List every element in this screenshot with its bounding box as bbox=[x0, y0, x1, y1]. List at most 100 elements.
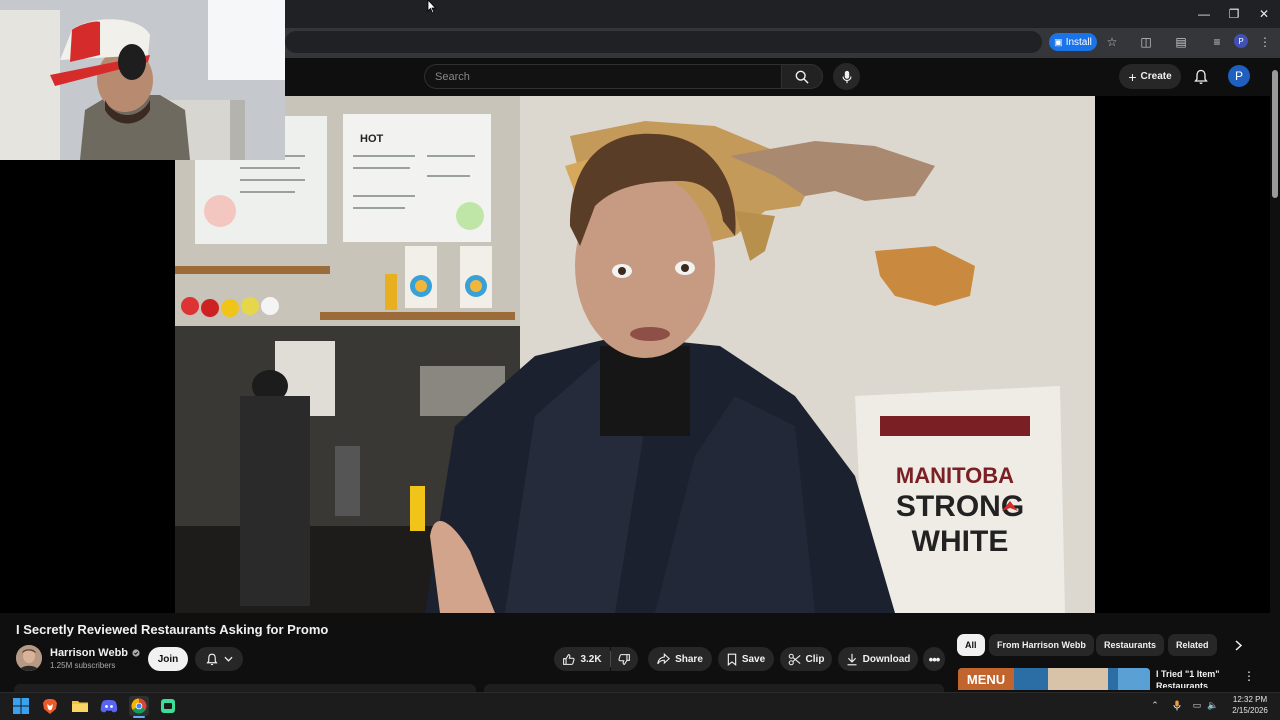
video-scene-illustration: MANITOBA STRONG WHITE HOT bbox=[175, 96, 1095, 613]
media-controls-icon[interactable]: ≡ bbox=[1208, 33, 1226, 51]
webcam-overlay bbox=[0, 0, 285, 160]
browser-profile-icon[interactable]: P bbox=[1234, 34, 1248, 48]
video-frame[interactable]: MANITOBA STRONG WHITE HOT bbox=[175, 96, 1095, 613]
webcam-scene-illustration bbox=[0, 0, 285, 160]
split-view-icon[interactable]: ▤ bbox=[1172, 33, 1190, 51]
like-button[interactable]: 3.2K bbox=[554, 647, 610, 671]
voice-search-button[interactable] bbox=[833, 63, 860, 90]
description-panel[interactable] bbox=[14, 684, 476, 692]
bag-text-strong: STRONG bbox=[896, 490, 1024, 523]
chevron-down-icon bbox=[223, 656, 233, 662]
bell-icon bbox=[205, 653, 218, 665]
download-button[interactable]: Download bbox=[838, 647, 918, 671]
recommended-title-line2: Restaurants bbox=[1156, 681, 1209, 688]
chip-all[interactable]: All bbox=[957, 634, 985, 656]
active-app-indicator bbox=[133, 716, 145, 718]
thumbnail-text: MENU bbox=[967, 672, 1005, 687]
restore-icon[interactable]: ❐ bbox=[1218, 0, 1250, 28]
share-arrow-icon bbox=[657, 653, 671, 665]
recommended-video-title[interactable]: I Tried "1 Item" Restaurants bbox=[1156, 668, 1220, 688]
tray-microphone-icon[interactable] bbox=[1170, 698, 1184, 712]
subscriber-count: 1.25M subscribers bbox=[50, 661, 116, 670]
bag-text-manitoba: MANITOBA bbox=[896, 463, 1014, 488]
bookmark-icon bbox=[727, 653, 737, 666]
thumbs-up-icon bbox=[563, 653, 575, 665]
tray-volume-icon[interactable]: 🔈 bbox=[1206, 698, 1220, 712]
chrome-logo bbox=[131, 698, 147, 714]
bell-icon bbox=[1194, 69, 1208, 84]
extensions-icon[interactable]: ◫ bbox=[1137, 33, 1155, 51]
share-button[interactable]: Share bbox=[648, 647, 712, 671]
scrollbar-thumb[interactable] bbox=[1272, 70, 1278, 198]
discord-logo bbox=[100, 699, 118, 713]
mouse-cursor-icon bbox=[427, 0, 437, 14]
more-horizontal-icon: ••• bbox=[928, 651, 941, 667]
discord-icon[interactable] bbox=[99, 696, 119, 716]
search-button[interactable] bbox=[781, 64, 823, 89]
recommended-video-thumbnail[interactable]: MENU bbox=[958, 668, 1150, 690]
create-button[interactable]: + Create bbox=[1119, 64, 1181, 89]
notifications-button[interactable] bbox=[1189, 65, 1213, 89]
close-icon[interactable]: ✕ bbox=[1248, 0, 1280, 28]
green-app-logo bbox=[161, 699, 175, 713]
recommended-video-menu-icon[interactable]: ⋮ bbox=[1243, 669, 1255, 683]
save-label: Save bbox=[741, 653, 766, 665]
file-explorer-icon[interactable] bbox=[70, 696, 90, 716]
clock-date: 2/15/2026 bbox=[1232, 706, 1268, 715]
search-placeholder: Search bbox=[435, 70, 470, 83]
app-icon-green[interactable] bbox=[158, 696, 178, 716]
plus-icon: + bbox=[1128, 68, 1137, 85]
download-icon bbox=[847, 653, 857, 665]
save-button[interactable]: Save bbox=[718, 647, 774, 671]
install-app-button[interactable]: ▣ Install bbox=[1049, 33, 1097, 51]
chip-next-button[interactable] bbox=[1229, 636, 1247, 654]
create-label: Create bbox=[1140, 71, 1172, 82]
download-label: Download bbox=[862, 653, 911, 665]
mic-tray-glyph bbox=[1173, 700, 1181, 710]
channel-name[interactable]: Harrison Webb bbox=[50, 647, 140, 659]
search-icon bbox=[795, 70, 809, 84]
like-count: 3.2K bbox=[580, 653, 602, 665]
chip-from-channel[interactable]: From Harrison Webb bbox=[989, 634, 1094, 656]
brave-browser-icon[interactable] bbox=[40, 696, 60, 716]
thumbs-down-icon bbox=[618, 653, 630, 665]
recommended-thumbnail-image: MENU bbox=[958, 668, 1150, 690]
minimize-icon[interactable]: — bbox=[1188, 0, 1220, 28]
windows-start-icon[interactable] bbox=[11, 696, 31, 716]
account-avatar[interactable]: P bbox=[1228, 65, 1250, 87]
menu-board-heading: HOT bbox=[360, 133, 384, 145]
taskbar-clock[interactable]: 12:32 PM 2/15/2026 bbox=[1226, 694, 1274, 716]
clock-time: 12:32 PM bbox=[1232, 695, 1268, 704]
address-bar[interactable] bbox=[285, 31, 1042, 53]
install-icon: ▣ bbox=[1054, 36, 1063, 47]
verified-badge-icon bbox=[132, 649, 140, 657]
install-label: Install bbox=[1065, 36, 1092, 48]
windows-logo bbox=[13, 698, 29, 714]
channel-avatar-image bbox=[16, 645, 42, 671]
channel-avatar[interactable] bbox=[16, 645, 42, 671]
tray-overflow-icon[interactable]: ⌃ bbox=[1148, 698, 1162, 712]
secondary-panel[interactable] bbox=[484, 684, 944, 692]
chip-related[interactable]: Related bbox=[1168, 634, 1217, 656]
video-title: I Secretly Reviewed Restaurants Asking f… bbox=[16, 622, 329, 637]
brave-logo bbox=[43, 698, 57, 714]
subscription-notifications-button[interactable] bbox=[195, 647, 243, 671]
join-button[interactable]: Join bbox=[148, 647, 188, 671]
bookmark-star-icon[interactable]: ☆ bbox=[1103, 33, 1121, 51]
microphone-icon bbox=[841, 70, 852, 83]
clip-button[interactable]: Clip bbox=[780, 647, 832, 671]
chrome-icon[interactable] bbox=[129, 696, 149, 716]
tray-network-icon[interactable]: ▭ bbox=[1190, 698, 1204, 712]
bag-text-white: WHITE bbox=[912, 525, 1009, 558]
search-input[interactable]: Search bbox=[424, 64, 781, 89]
share-label: Share bbox=[675, 653, 703, 665]
dislike-button[interactable] bbox=[611, 647, 638, 671]
chip-restaurants[interactable]: Restaurants bbox=[1096, 634, 1165, 656]
browser-menu-icon[interactable]: ⋮ bbox=[1256, 33, 1274, 51]
chevron-right-icon bbox=[1234, 639, 1242, 651]
recommended-title-line1: I Tried "1 Item" bbox=[1156, 669, 1220, 679]
more-actions-button[interactable]: ••• bbox=[923, 647, 945, 671]
os-taskbar bbox=[0, 692, 1280, 720]
clip-label: Clip bbox=[805, 653, 825, 665]
scissors-icon bbox=[788, 653, 801, 665]
